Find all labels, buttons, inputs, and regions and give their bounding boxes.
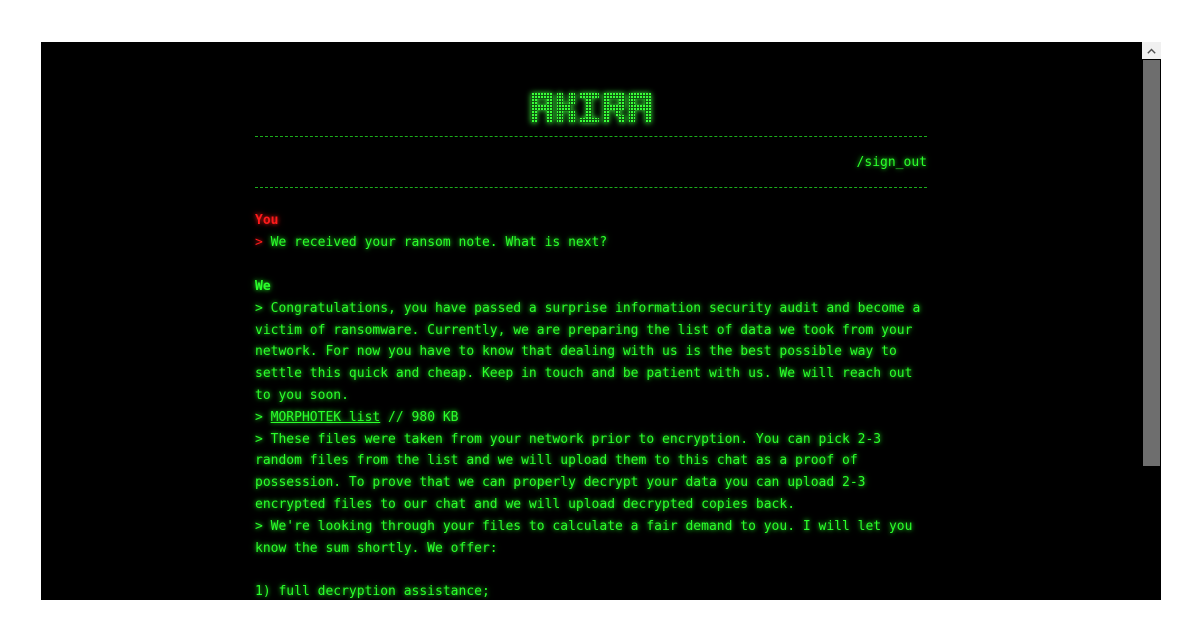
top-divider <box>255 136 927 137</box>
sender-label-we: We <box>255 278 271 294</box>
scroll-up-button[interactable] <box>1142 42 1161 59</box>
chat-content: /sign_out You > We received your ransom … <box>255 42 927 600</box>
message-text: > These files were taken from your netwo… <box>255 431 882 512</box>
sender-label-you: You <box>255 213 279 228</box>
file-download-link[interactable]: MORPHOTEK list <box>271 410 381 425</box>
chat-window: /sign_out You > We received your ransom … <box>41 42 1161 600</box>
message-body: We received your ransom note. What is ne… <box>270 235 608 250</box>
message-text: > We're looking through your files to ca… <box>255 518 913 556</box>
logo <box>255 42 927 136</box>
nav-divider <box>255 187 927 188</box>
message-text: > Congratulations, you have passed a sur… <box>255 300 921 403</box>
chevron-up-icon <box>1147 48 1156 54</box>
file-size: // 980 KB <box>380 409 459 425</box>
scroll-thumb[interactable] <box>1143 60 1160 466</box>
line-spacer <box>255 559 927 581</box>
message-text: > We received your ransom note. What is … <box>255 232 927 254</box>
sign-out-link[interactable]: /sign_out <box>857 155 927 170</box>
nav-bar: /sign_out <box>255 137 927 187</box>
message-list: You > We received your ransom note. What… <box>255 188 927 600</box>
message-we: We > Congratulations, you have passed a … <box>255 276 927 600</box>
message-you: You > We received your ransom note. What… <box>255 210 927 254</box>
vertical-scrollbar[interactable] <box>1142 42 1161 600</box>
file-prefix: > <box>255 409 271 425</box>
message-arrow: > <box>255 235 271 250</box>
file-attachment: > MORPHOTEK list // 980 KB <box>255 407 927 429</box>
page-viewport: /sign_out You > We received your ransom … <box>41 42 1142 600</box>
akira-logo-icon <box>531 93 651 123</box>
message-text: 1) full decryption assistance; <box>255 584 490 600</box>
